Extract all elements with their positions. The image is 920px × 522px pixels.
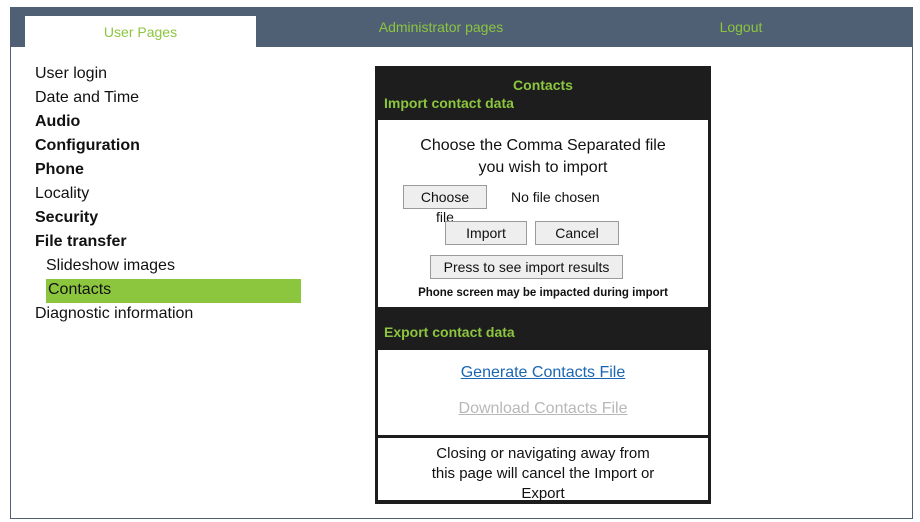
sidebar-item-configuration[interactable]: Configuration (35, 135, 305, 159)
no-file-chosen-label: No file chosen (511, 189, 600, 205)
panel-title: Contacts (513, 77, 573, 93)
navigation-notice-text: Closing or navigating away from this pag… (378, 444, 708, 504)
import-button[interactable]: Import (445, 221, 527, 245)
import-prompt-line-1: Choose the Comma Separated file (420, 137, 666, 154)
tab-logout[interactable]: Logout (711, 8, 771, 47)
tab-administrator-pages[interactable]: Administrator pages (371, 8, 511, 47)
sidebar-item-security[interactable]: Security (35, 207, 305, 231)
contacts-panel: Contacts Import contact data Choose the … (375, 66, 711, 504)
sidebar-item-phone[interactable]: Phone (35, 159, 305, 183)
sidebar-item-contacts[interactable]: Contacts (46, 279, 301, 303)
app-frame: User Pages Administrator pages Logout Us… (10, 7, 913, 519)
notice-line-1: Closing or navigating away from (436, 445, 650, 462)
export-section-title: Export contact data (384, 324, 515, 340)
sidebar-item-file-transfer[interactable]: File transfer (35, 231, 305, 255)
generate-contacts-file-link[interactable]: Generate Contacts File (378, 364, 708, 382)
sidebar-item-audio[interactable]: Audio (35, 111, 305, 135)
import-warning: Phone screen may be impacted during impo… (418, 287, 668, 299)
tab-user-pages[interactable]: User Pages (25, 16, 256, 49)
import-section-title: Import contact data (384, 95, 514, 111)
cancel-button[interactable]: Cancel (535, 221, 619, 245)
sidebar-item-diagnostic-information[interactable]: Diagnostic information (35, 303, 305, 327)
sidebar-item-locality[interactable]: Locality (35, 183, 305, 207)
notice-line-3: Export (521, 485, 565, 502)
import-prompt-line-2: you wish to import (478, 159, 608, 176)
import-section: Choose the Comma Separated file you wish… (378, 120, 708, 307)
sidebar-menu: User login Date and Time Audio Configura… (35, 63, 305, 327)
sidebar-item-slideshow-images[interactable]: Slideshow images (35, 255, 305, 279)
export-section: Generate Contacts File Download Contacts… (378, 350, 708, 435)
import-results-button[interactable]: Press to see import results (430, 255, 623, 279)
sidebar-item-contacts-label: Contacts (48, 281, 112, 298)
sidebar-item-user-login[interactable]: User login (35, 63, 305, 87)
choose-file-button[interactable]: Choose file (403, 185, 487, 225)
notice-line-2: this page will cancel the Import or (431, 465, 655, 482)
import-prompt: Choose the Comma Separated file you wish… (378, 135, 708, 179)
navigation-notice: Closing or navigating away from this pag… (378, 438, 708, 502)
top-navigation-bar: User Pages Administrator pages Logout (11, 8, 912, 49)
download-contacts-file-link[interactable]: Download Contacts File (378, 400, 708, 418)
sidebar-item-date-time[interactable]: Date and Time (35, 87, 305, 111)
